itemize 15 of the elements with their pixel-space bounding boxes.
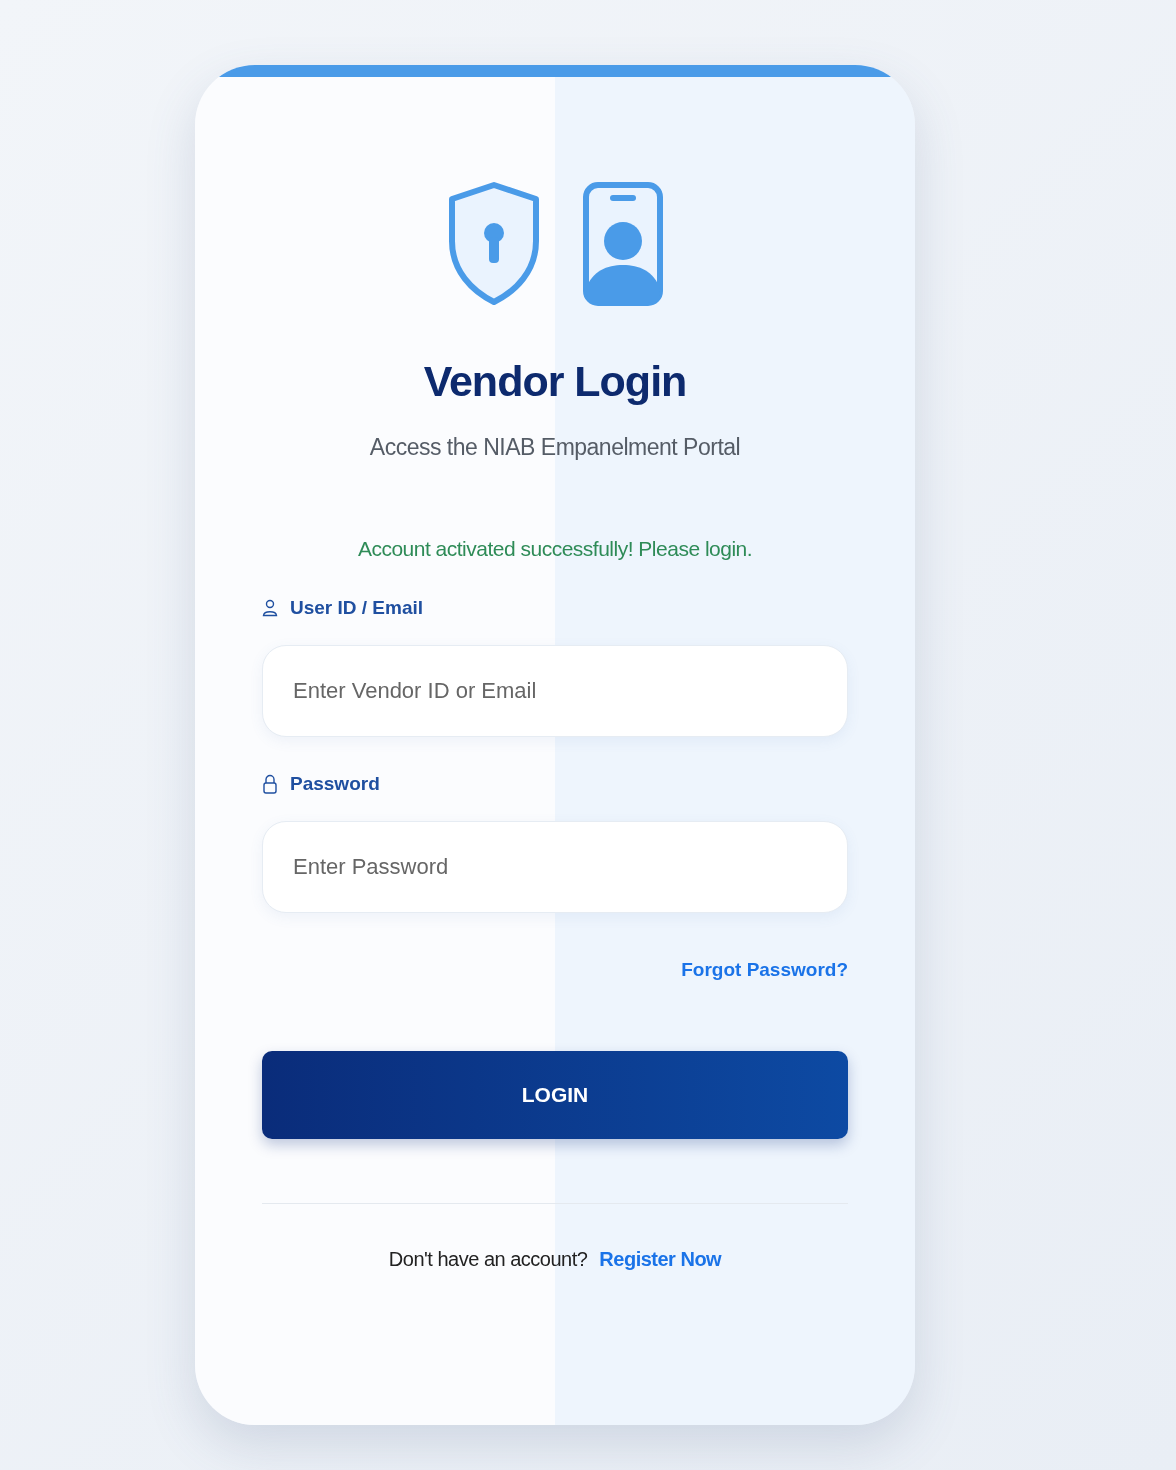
subtitle: Access the NIAB Empanelment Portal <box>369 434 741 461</box>
field-label: Password <box>290 773 380 795</box>
input-field[interactable]: Enter Vendor ID or Email <box>262 645 848 737</box>
login-button[interactable]: LOGIN <box>262 1051 848 1139</box>
page-title: Vendor Login <box>423 357 687 406</box>
status-message: Account activated successfully! Please login. <box>357 537 753 561</box>
user-icon <box>262 599 278 617</box>
register-link[interactable]: Register Now <box>599 1248 722 1271</box>
phone-profile-icon <box>582 181 664 307</box>
forgot-password-link[interactable]: Forgot Password? <box>681 959 848 981</box>
input-field[interactable]: Enter Password <box>262 821 848 913</box>
field-label: User ID / Email <box>290 597 424 619</box>
footer-text: Don't have an account? <box>388 1248 588 1271</box>
lock-icon <box>262 774 278 794</box>
shield-keyhole-icon <box>446 181 542 307</box>
